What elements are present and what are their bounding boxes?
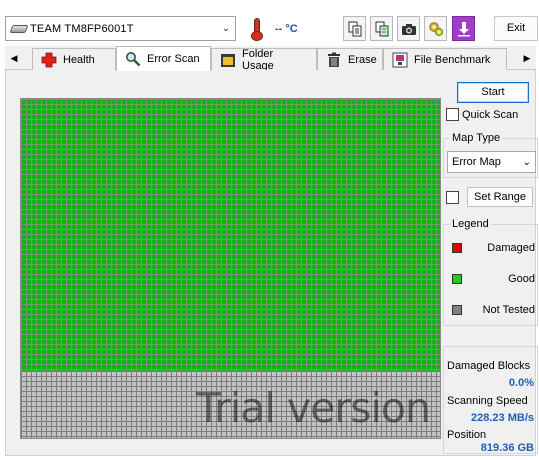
trial-watermark: Trial version [196, 384, 431, 432]
error-scan-panel: Trial version Start Quick Scan Map Type … [5, 70, 538, 456]
gears-icon [428, 21, 443, 36]
legend-label: Good [508, 273, 535, 285]
legend-item-damaged: Damaged [452, 242, 535, 254]
map-type-group: Map Type Error Map ⌄ [443, 132, 538, 178]
magnifier-icon [125, 51, 141, 67]
screenshot-button[interactable] [397, 16, 420, 41]
quick-scan-checkbox[interactable] [446, 108, 459, 121]
legend-label: Damaged [487, 242, 535, 254]
legend-title: Legend [450, 218, 491, 230]
thermometer-icon [249, 17, 265, 41]
quick-scan-label: Quick Scan [462, 108, 519, 121]
download-arrow-icon [457, 21, 470, 36]
tab-erase[interactable]: Erase [317, 48, 383, 70]
copy-button[interactable] [343, 16, 366, 41]
tab-scroll-right-button[interactable]: ▶ [518, 46, 536, 70]
start-button[interactable]: Start [457, 82, 529, 103]
drive-select[interactable]: TEAM TM8FP6001T ⌄ [5, 16, 236, 41]
tab-label: File Benchmark [414, 53, 491, 66]
position-value: 819.36 GB [480, 442, 534, 454]
map-type-value: Error Map [452, 156, 501, 168]
position-label: Position [447, 429, 487, 441]
trash-icon [326, 52, 342, 68]
scanning-speed-label: Scanning Speed [447, 395, 528, 407]
scanning-speed-value: 228.23 MB/s [471, 412, 534, 424]
temperature-readout: -- °C [275, 23, 298, 35]
set-range-button[interactable]: Set Range [467, 187, 533, 207]
tab-label: Erase [348, 53, 377, 66]
chevron-down-icon: ⌄ [221, 23, 231, 34]
drive-name: TEAM TM8FP6001T [30, 22, 134, 35]
exit-button[interactable]: Exit [494, 16, 538, 41]
legend-group: Legend Damaged Good Not Tested [443, 218, 538, 326]
copy-all-button[interactable] [370, 16, 393, 41]
legend-item-good: Good [452, 273, 535, 285]
damaged-swatch [452, 243, 462, 253]
scan-stats-group: Damaged Blocks 0.0% Scanning Speed 228.2… [443, 346, 538, 454]
tab-label: Error Scan [147, 53, 200, 65]
set-range-row: Set Range [446, 187, 533, 207]
tab-label: Health [63, 53, 95, 66]
map-type-select[interactable]: Error Map ⌄ [447, 151, 536, 173]
chevron-down-icon: ⌄ [522, 156, 531, 168]
legend-item-not-tested: Not Tested [452, 304, 535, 316]
drive-icon [9, 24, 29, 33]
legend-label: Not Tested [482, 304, 535, 316]
tab-bar: ◀ ▶ Health Error Scan Folder Usage Erase… [5, 46, 536, 72]
map-type-title: Map Type [450, 132, 503, 144]
tab-error-scan[interactable]: Error Scan [116, 46, 211, 71]
folder-icon [220, 52, 236, 68]
health-cross-icon [41, 52, 57, 68]
set-range-checkbox[interactable] [446, 190, 459, 204]
tab-label: Folder Usage [242, 47, 274, 72]
quick-scan-option[interactable]: Quick Scan [446, 108, 518, 121]
good-swatch [452, 274, 462, 284]
damaged-blocks-value: 0.0% [508, 377, 534, 389]
copy-icon [348, 21, 361, 36]
download-button[interactable] [452, 16, 475, 41]
good-blocks-region [21, 99, 440, 371]
benchmark-icon [392, 52, 408, 68]
not-tested-swatch [452, 305, 462, 315]
block-map: Trial version [20, 98, 441, 439]
options-button[interactable] [424, 16, 447, 41]
tab-folder-usage[interactable]: Folder Usage [211, 47, 317, 72]
tab-file-benchmark[interactable]: File Benchmark [383, 48, 507, 70]
tab-health[interactable]: Health [32, 48, 116, 70]
copy-all-icon [375, 21, 388, 36]
camera-icon [401, 23, 416, 35]
tab-scroll-left-button[interactable]: ◀ [5, 46, 23, 70]
damaged-blocks-label: Damaged Blocks [447, 360, 531, 372]
